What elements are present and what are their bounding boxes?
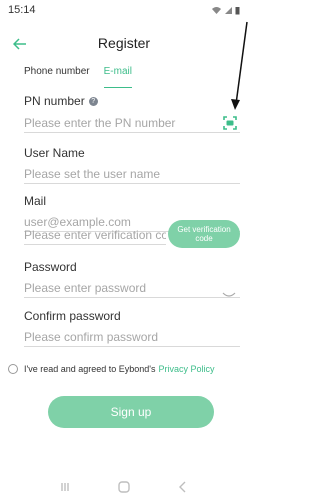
password-label: Password — [24, 260, 77, 274]
agreement-row: I've read and agreed to Eybond's Privacy… — [8, 362, 215, 376]
status-time: 15:14 — [8, 4, 36, 16]
header: Register — [0, 32, 248, 56]
confirm-password-input[interactable] — [24, 327, 240, 347]
status-icons — [211, 6, 240, 15]
username-label: User Name — [24, 146, 85, 160]
pn-input[interactable] — [24, 113, 240, 133]
agreement-radio[interactable] — [8, 364, 18, 374]
home-icon[interactable] — [116, 479, 132, 495]
get-verification-code-button[interactable]: Get verification code — [168, 220, 240, 248]
battery-icon — [235, 6, 240, 14]
back-nav-icon[interactable] — [175, 479, 191, 495]
password-input[interactable] — [24, 278, 240, 298]
scan-icon[interactable] — [222, 115, 238, 131]
pn-label: PN number — [24, 94, 85, 108]
agreement-text: I've read and agreed to Eybond's — [24, 364, 156, 374]
recent-apps-icon[interactable] — [57, 479, 73, 495]
eye-closed-icon[interactable] — [222, 290, 236, 300]
signal-icon — [225, 6, 232, 14]
mail-label: Mail — [24, 194, 47, 208]
sign-up-button[interactable]: Sign up — [48, 396, 214, 428]
privacy-policy-link[interactable]: Privacy Policy — [159, 364, 215, 374]
tab-email[interactable]: E-mail — [103, 66, 132, 88]
register-tabs: Phone number E-mail — [24, 66, 132, 88]
wifi-icon — [212, 6, 221, 14]
system-nav-bar — [0, 470, 248, 504]
status-bar: 15:14 — [0, 0, 248, 20]
username-input[interactable] — [24, 164, 240, 184]
verification-code-input[interactable] — [24, 225, 166, 245]
pn-label-row: PN number ? — [24, 94, 98, 108]
confirm-password-label: Confirm password — [24, 309, 121, 323]
page-title: Register — [97, 35, 151, 51]
help-circle-icon[interactable]: ? — [88, 96, 98, 106]
tab-phone-number[interactable]: Phone number — [24, 66, 90, 88]
